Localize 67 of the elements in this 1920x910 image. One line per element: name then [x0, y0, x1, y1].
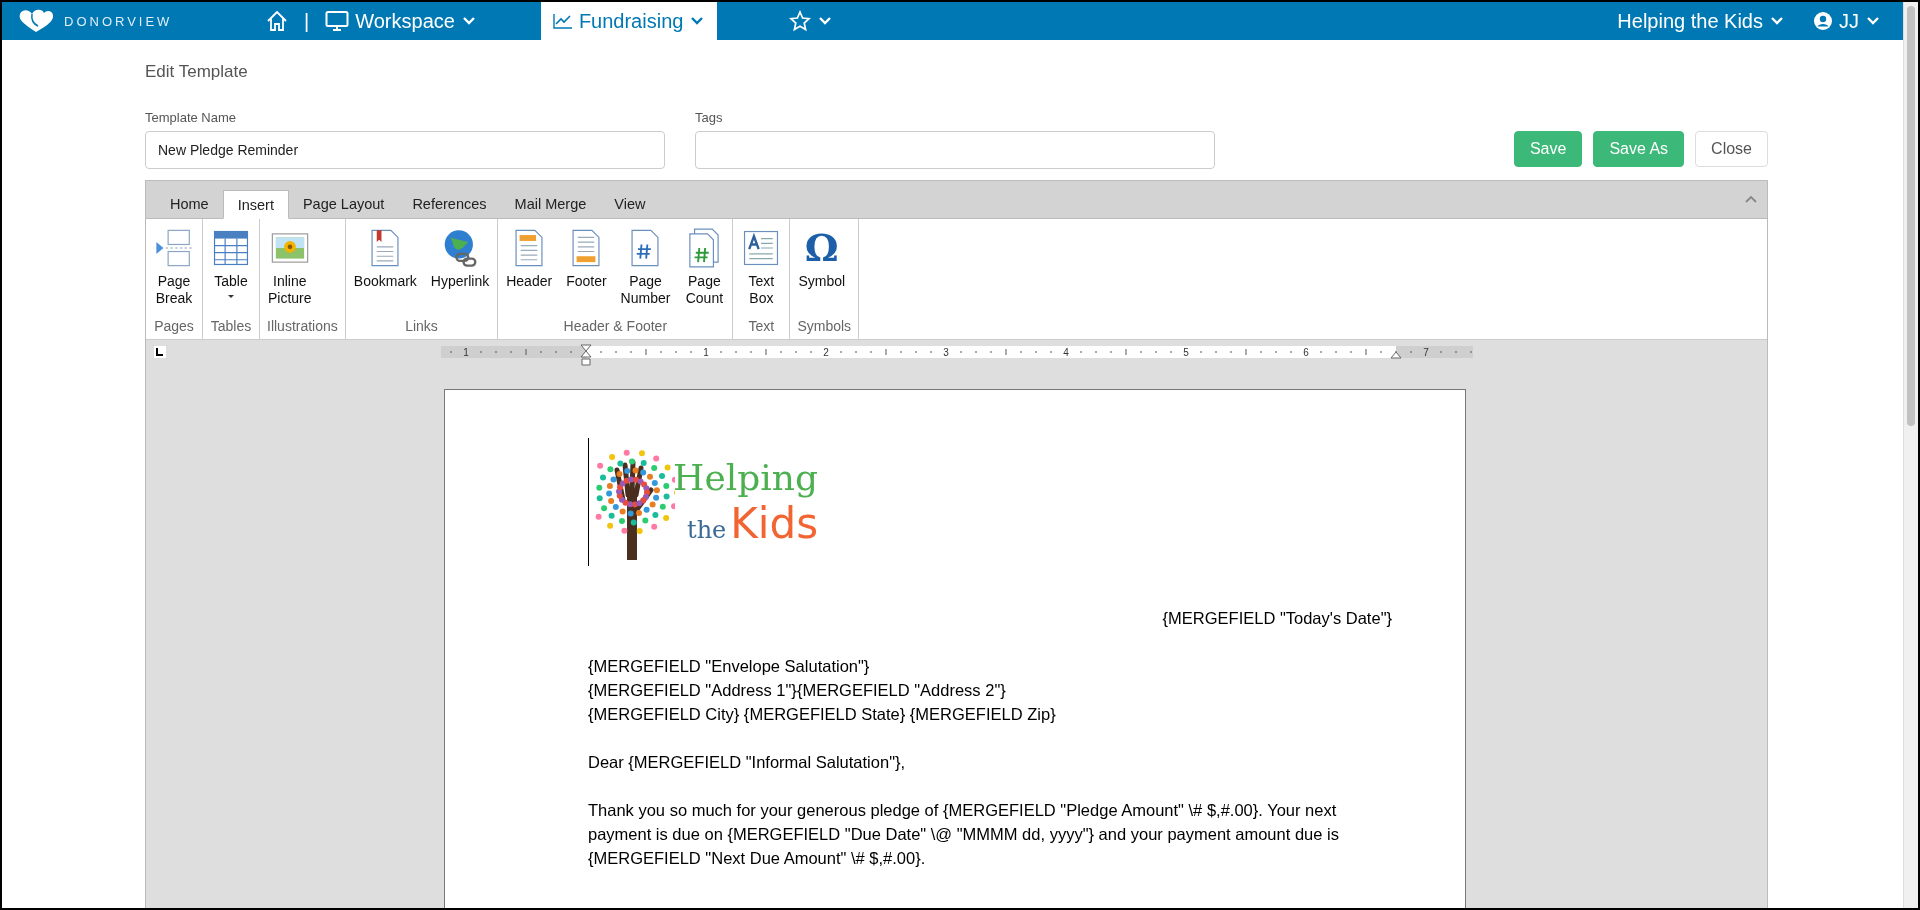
ribbon-button[interactable]: Ω Symbol	[793, 219, 851, 315]
ribbon-tab[interactable]: Insert	[222, 190, 289, 219]
ruler-number: 6	[1303, 347, 1309, 358]
ribbon-button[interactable]: Header	[501, 219, 558, 315]
text-field[interactable]: New Pledge Reminder	[145, 131, 665, 169]
tab-stop-icon[interactable]	[153, 345, 167, 359]
ribbon-tab[interactable]: References	[398, 190, 501, 219]
ruler-number: 1	[463, 347, 469, 358]
text-field[interactable]	[695, 131, 1215, 169]
ribbon-button[interactable]: Table	[206, 219, 256, 315]
scrollbar-thumb[interactable]	[1907, 6, 1915, 426]
nav-item[interactable]: Fundraising	[540, 2, 718, 40]
table-icon	[211, 228, 251, 268]
ribbon-group-label: Illustrations	[266, 317, 339, 336]
user-menu[interactable]: JJ	[1799, 2, 1903, 40]
star-icon	[789, 10, 812, 32]
home-icon	[266, 10, 288, 32]
ribbon-button[interactable]: Page Number	[615, 219, 676, 315]
ribbon-group-label: Symbols	[796, 317, 853, 336]
monitor-icon	[325, 10, 350, 32]
greeting-line: Dear {MERGEFIELD "Informal Salutation"},	[588, 752, 907, 773]
ruler-number: 3	[943, 347, 949, 358]
logo-text: the	[687, 518, 727, 542]
ribbon-button[interactable]: Hyperlink	[425, 219, 495, 315]
ribbon-group-label: Pages	[153, 317, 195, 336]
scrollbar[interactable]	[1903, 2, 1918, 908]
page-title: Edit Template	[145, 61, 249, 83]
indent-marker[interactable]	[580, 344, 592, 366]
ruler-number: 1	[703, 347, 709, 358]
ruler-number: 2	[823, 347, 829, 358]
separator: |	[303, 8, 311, 34]
ribbon-group-label: Text	[747, 317, 776, 336]
ruler-number: 5	[1183, 347, 1189, 358]
ribbon-button[interactable]: Text Box	[736, 219, 787, 315]
field-label: Tags	[695, 110, 724, 125]
ribbon-button[interactable]: Page Count	[679, 219, 730, 315]
collapse-ribbon-icon[interactable]	[1745, 195, 1757, 203]
organization-menu[interactable]: Helping the Kids	[1603, 2, 1799, 40]
merge-field-line: {MERGEFIELD "Envelope Salutation"}	[588, 656, 871, 677]
line-chart-icon	[552, 13, 573, 29]
page-break-icon	[154, 228, 194, 268]
user-avatar-icon	[1813, 11, 1833, 31]
ribbon-tab[interactable]: Page Layout	[288, 190, 399, 219]
ribbon-tab[interactable]: View	[600, 190, 660, 219]
ribbon-tab[interactable]: Home	[156, 190, 223, 219]
ribbon-group-label: Links	[404, 317, 439, 336]
logo-text: Helping	[673, 456, 819, 500]
action-button[interactable]: Close	[1695, 131, 1768, 167]
ribbon-button[interactable]: Bookmark	[348, 219, 422, 315]
omega-icon: Ω	[804, 228, 839, 268]
ribbon-button[interactable]: Inline Picture	[263, 219, 317, 315]
field-label: Template Name	[145, 110, 238, 125]
body-paragraph: Thank you so much for your generous pledge of {MERGEFIELD "Pledge Amount" \# $,#.00}. Your next payment is due on {MERGEFIELD "Due Date" \@ "MMMM dd, yyyy"} and your payment amount due is {MERGEFIELD "Next Due Amount" \# $,#.00}.	[588, 800, 1340, 869]
nav-item[interactable]: Workspace	[311, 2, 491, 40]
brand-name: DONORVIEW	[64, 13, 173, 29]
ribbon-group-label: Header & Footer	[562, 317, 669, 336]
merge-field-line: {MERGEFIELD "Today's Date"}	[1161, 608, 1392, 629]
ribbon-button[interactable]: Footer	[561, 219, 612, 315]
merge-field-line: {MERGEFIELD "Address 1"}{MERGEFIELD "Address 2"}	[588, 680, 1007, 701]
merge-field-line: {MERGEFIELD City} {MERGEFIELD State} {MERGEFIELD Zip}	[588, 704, 1057, 725]
logo-text: Kids	[730, 500, 819, 548]
indent-marker[interactable]	[1390, 351, 1402, 359]
ruler-number: 7	[1423, 347, 1429, 358]
ribbon-tab[interactable]: Mail Merge	[500, 190, 601, 219]
ribbon-button[interactable]: Page Break	[149, 219, 199, 315]
ribbon-group-label: Tables	[209, 317, 253, 336]
ruler-number: 4	[1063, 347, 1069, 358]
